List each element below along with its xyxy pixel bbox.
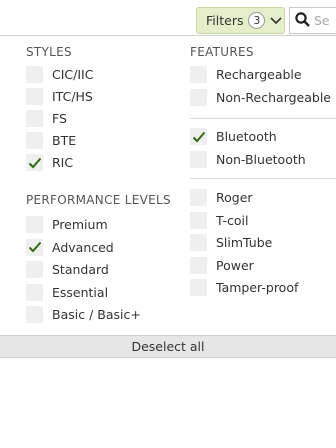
checkbox[interactable] [26,88,43,105]
checkbox[interactable] [26,283,43,301]
filters-panel: STYLES CIC/IIC ITC/HS FS BTE RIC PERFORMANCE… [0,36,336,336]
checkbox[interactable] [26,216,43,233]
checkbox[interactable] [190,211,207,229]
filter-option-label: Power [216,257,254,273]
checkbox-checked[interactable] [190,128,207,145]
filter-option-label: CIC/IIC [52,67,94,82]
filter-option-bte[interactable]: BTE [26,132,76,149]
filter-option-roger[interactable]: Roger [190,189,253,206]
filter-option-advanced[interactable]: Advanced [26,238,114,256]
filter-option-label: Premium [52,217,108,232]
checkbox[interactable] [26,261,43,278]
filter-option-label: ITC/HS [52,89,93,104]
features-divider [190,118,336,119]
checkmark-icon [28,157,42,169]
filter-option-label: Bluetooth [216,129,277,144]
filter-option-label: Non-Rechargeable [216,90,332,105]
styles-heading: STYLES [26,45,72,59]
filter-option-label: Non-Bluetooth [216,152,306,167]
deselect-all-label: Deselect all [131,339,205,354]
filter-option-slimtube[interactable]: SlimTube [190,234,272,251]
filter-option-bluetooth[interactable]: Bluetooth [190,128,277,145]
checkbox[interactable] [190,279,207,296]
checkbox[interactable] [190,89,207,106]
filter-option-label: Basic / Basic+ [52,307,141,322]
features-divider [190,178,336,179]
filter-option-ric[interactable]: RIC [26,154,73,171]
checkbox-checked[interactable] [26,154,43,171]
filter-option-essential[interactable]: Essential [26,283,109,301]
chevron-down-icon [270,14,283,27]
filters-button[interactable]: Filters 3 [196,7,285,34]
checkmark-icon [28,241,42,253]
checkbox[interactable] [190,151,207,168]
filter-option-fs[interactable]: FS [26,110,67,127]
filter-option-label: BTE [52,133,77,148]
filter-option-tamper-proof[interactable]: Tamper-proof [190,279,298,296]
filter-option-label: Rechargeable [216,67,302,82]
filter-option-premium[interactable]: Premium [26,216,108,233]
filter-option-label: RIC [52,155,74,170]
toolbar: Filters 3 [0,0,336,36]
filter-option-itc-hs[interactable]: ITC/HS [26,88,93,105]
features-heading: FEATURES [190,45,254,59]
filter-option-non-bluetooth[interactable]: Non-Bluetooth [190,151,306,168]
filter-option-label: Roger [216,190,253,205]
filter-option-rechargeable[interactable]: Rechargeable [190,66,302,83]
search-icon [295,11,310,30]
filter-option-t-coil[interactable]: T-coil [190,211,249,229]
deselect-all-button[interactable]: Deselect all [0,335,336,357]
checkbox[interactable] [190,189,207,206]
search-input[interactable] [314,13,336,28]
filter-option-standard[interactable]: Standard [26,261,109,278]
checkbox[interactable] [26,110,43,127]
filter-option-label: Advanced [52,239,114,255]
filter-option-label: FS [52,111,67,126]
filter-option-label: Tamper-proof [216,280,299,295]
checkbox[interactable] [190,66,207,83]
filter-option-basic-basic[interactable]: Basic / Basic+ [26,306,141,323]
results-area [0,357,336,448]
checkbox[interactable] [190,256,207,274]
filters-count-badge: 3 [248,12,266,29]
performance-heading: PERFORMANCE LEVELS [26,193,171,207]
filter-option-label: SlimTube [216,235,273,250]
checkbox-checked[interactable] [26,238,43,256]
search-box[interactable] [289,7,336,34]
filter-option-non-rechargeable[interactable]: Non-Rechargeable [190,89,331,106]
filter-option-label: T-coil [216,212,249,228]
checkmark-icon [192,131,206,143]
filter-option-cic-iic[interactable]: CIC/IIC [26,66,93,83]
filter-option-label: Essential [52,284,109,300]
filter-option-label: Standard [52,262,109,277]
checkbox[interactable] [190,234,207,251]
filters-label: Filters [206,13,244,28]
checkbox[interactable] [26,306,43,323]
filter-option-power[interactable]: Power [190,256,254,274]
checkbox[interactable] [26,66,43,83]
checkbox[interactable] [26,132,43,149]
